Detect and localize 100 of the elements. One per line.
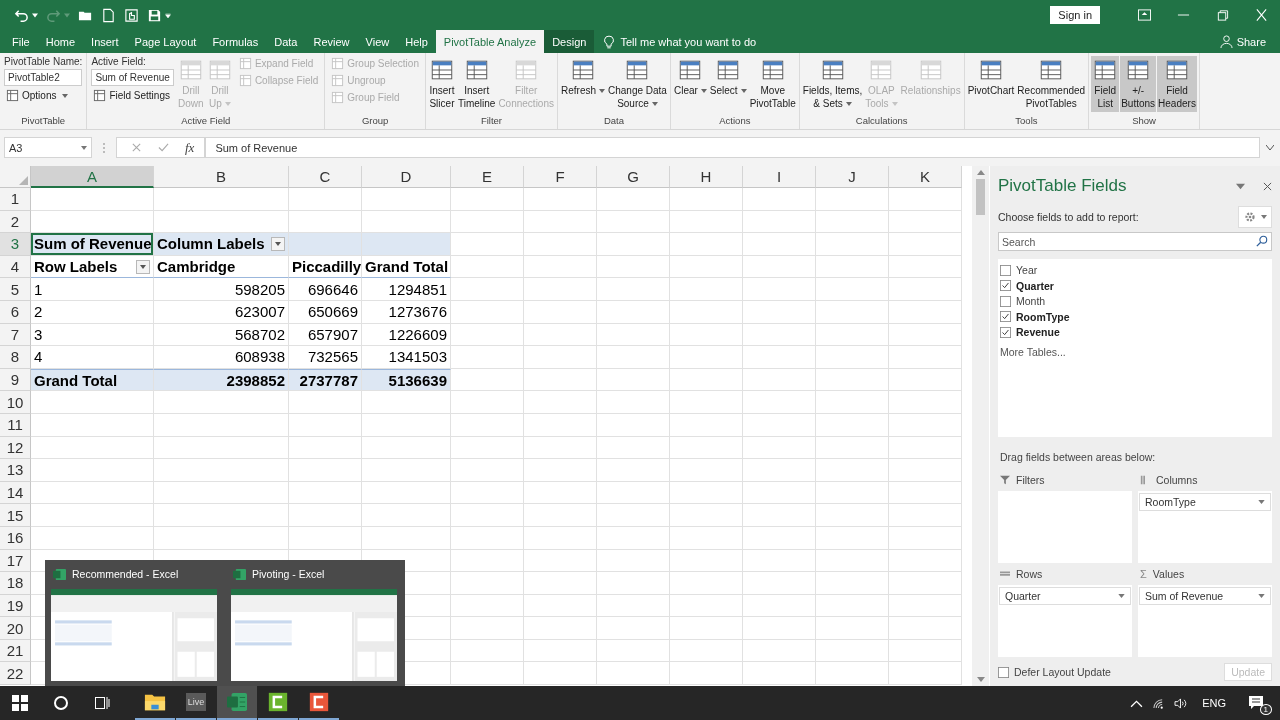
table-cell[interactable] [816, 210, 889, 234]
table-cell[interactable] [524, 413, 597, 437]
table-cell[interactable] [597, 436, 670, 460]
table-cell[interactable] [289, 481, 362, 505]
field-name[interactable]: Quarter [1016, 279, 1054, 292]
table-cell[interactable] [743, 300, 816, 324]
table-cell[interactable]: 1273676 [362, 300, 451, 324]
table-cell[interactable] [524, 233, 597, 256]
ribbon-display-icon[interactable] [1138, 9, 1151, 21]
table-cell[interactable]: 4 [31, 346, 154, 369]
table-cell[interactable] [154, 391, 289, 414]
table-cell[interactable] [743, 233, 816, 256]
column-header[interactable]: G [597, 166, 670, 188]
table-cell[interactable] [597, 526, 670, 550]
table-cell[interactable] [362, 436, 451, 460]
table-cell[interactable] [816, 300, 889, 324]
ribbon-button[interactable]: Clear [672, 56, 708, 100]
table-cell[interactable] [597, 391, 670, 414]
table-cell[interactable] [31, 413, 154, 437]
table-cell[interactable] [289, 413, 362, 437]
ribbon-button[interactable]: Field List [1091, 56, 1120, 112]
table-cell[interactable] [524, 662, 597, 686]
table-cell[interactable]: 3 [31, 323, 154, 347]
table-cell[interactable] [154, 481, 289, 505]
table-cell[interactable] [31, 391, 154, 414]
ribbon-tab[interactable]: Home [37, 30, 84, 53]
drop-area[interactable]: Quarter [998, 585, 1132, 657]
row-header[interactable]: 8 [0, 346, 31, 369]
table-cell[interactable] [524, 368, 597, 392]
task-view-icon[interactable] [94, 695, 110, 711]
insert-function-button[interactable]: fx [185, 139, 195, 156]
ribbon-button[interactable]: +/- Buttons [1120, 56, 1157, 112]
table-cell[interactable] [524, 391, 597, 414]
table-cell[interactable] [889, 504, 962, 527]
table-cell[interactable] [154, 526, 289, 550]
search-field[interactable]: Search [998, 232, 1272, 251]
row-header[interactable]: 4 [0, 255, 31, 279]
table-cell[interactable] [524, 504, 597, 527]
table-cell[interactable] [597, 504, 670, 527]
table-cell[interactable] [670, 459, 743, 482]
sign-in-button[interactable]: Sign in [1050, 6, 1100, 24]
table-cell[interactable] [451, 436, 524, 460]
table-cell[interactable] [362, 233, 451, 256]
row-header[interactable]: 22 [0, 662, 31, 686]
table-cell[interactable]: 623007 [154, 300, 289, 324]
table-cell[interactable]: Grand Total [362, 255, 451, 279]
table-cell[interactable] [451, 526, 524, 550]
table-cell[interactable]: 1 [31, 278, 154, 301]
table-cell[interactable] [670, 300, 743, 324]
table-cell[interactable] [670, 278, 743, 301]
table-cell[interactable] [816, 323, 889, 347]
row-header[interactable]: 19 [0, 594, 31, 618]
table-cell[interactable] [597, 323, 670, 347]
table-cell[interactable] [451, 368, 524, 392]
table-cell[interactable] [889, 188, 962, 211]
column-header[interactable]: I [743, 166, 816, 188]
restore-icon[interactable] [1216, 9, 1229, 21]
field-name[interactable]: RoomType [1016, 310, 1070, 323]
table-cell[interactable] [597, 300, 670, 324]
text-field[interactable]: Sum of Revenue [91, 69, 174, 86]
table-cell[interactable] [743, 210, 816, 234]
filter-button[interactable] [136, 259, 150, 274]
caret-icon[interactable] [1266, 145, 1274, 150]
table-cell[interactable]: 2398852 [154, 368, 289, 392]
table-cell[interactable] [743, 255, 816, 279]
table-cell[interactable] [451, 639, 524, 663]
ribbon-button[interactable]: PivotChart [966, 56, 1016, 100]
table-cell[interactable] [524, 459, 597, 482]
row-header[interactable]: 10 [0, 391, 31, 414]
table-cell[interactable]: Sum of Revenue [31, 233, 154, 256]
table-cell[interactable] [524, 255, 597, 279]
table-cell[interactable] [816, 233, 889, 256]
table-cell[interactable] [451, 210, 524, 234]
table-cell[interactable] [451, 255, 524, 279]
more-tables-link[interactable]: More Tables... [1000, 345, 1066, 358]
window-title[interactable]: Pivoting - Excel [252, 568, 325, 580]
table-cell[interactable] [154, 188, 289, 211]
close-icon[interactable] [1263, 181, 1272, 191]
wifi-icon[interactable] [1152, 697, 1166, 709]
hand-icon[interactable] [124, 7, 139, 23]
table-cell[interactable]: 1226609 [362, 323, 451, 347]
table-cell[interactable] [670, 617, 743, 640]
table-cell[interactable] [670, 368, 743, 392]
table-cell[interactable]: 650669 [289, 300, 362, 324]
ribbon-tab[interactable]: Review [305, 30, 358, 53]
table-cell[interactable]: 568702 [154, 323, 289, 347]
circle-icon[interactable] [53, 695, 69, 711]
table-cell[interactable] [451, 233, 524, 256]
table-cell[interactable] [816, 278, 889, 301]
table-cell[interactable] [743, 323, 816, 347]
row-header[interactable]: 13 [0, 459, 31, 482]
field-name[interactable]: Revenue [1016, 326, 1060, 338]
table-cell[interactable] [889, 233, 962, 256]
table-cell[interactable] [743, 662, 816, 686]
table-cell[interactable] [597, 639, 670, 663]
table-cell[interactable] [743, 346, 816, 369]
table-cell[interactable] [524, 323, 597, 347]
table-cell[interactable] [597, 368, 670, 392]
document-icon[interactable] [101, 7, 116, 23]
table-cell[interactable] [670, 188, 743, 211]
